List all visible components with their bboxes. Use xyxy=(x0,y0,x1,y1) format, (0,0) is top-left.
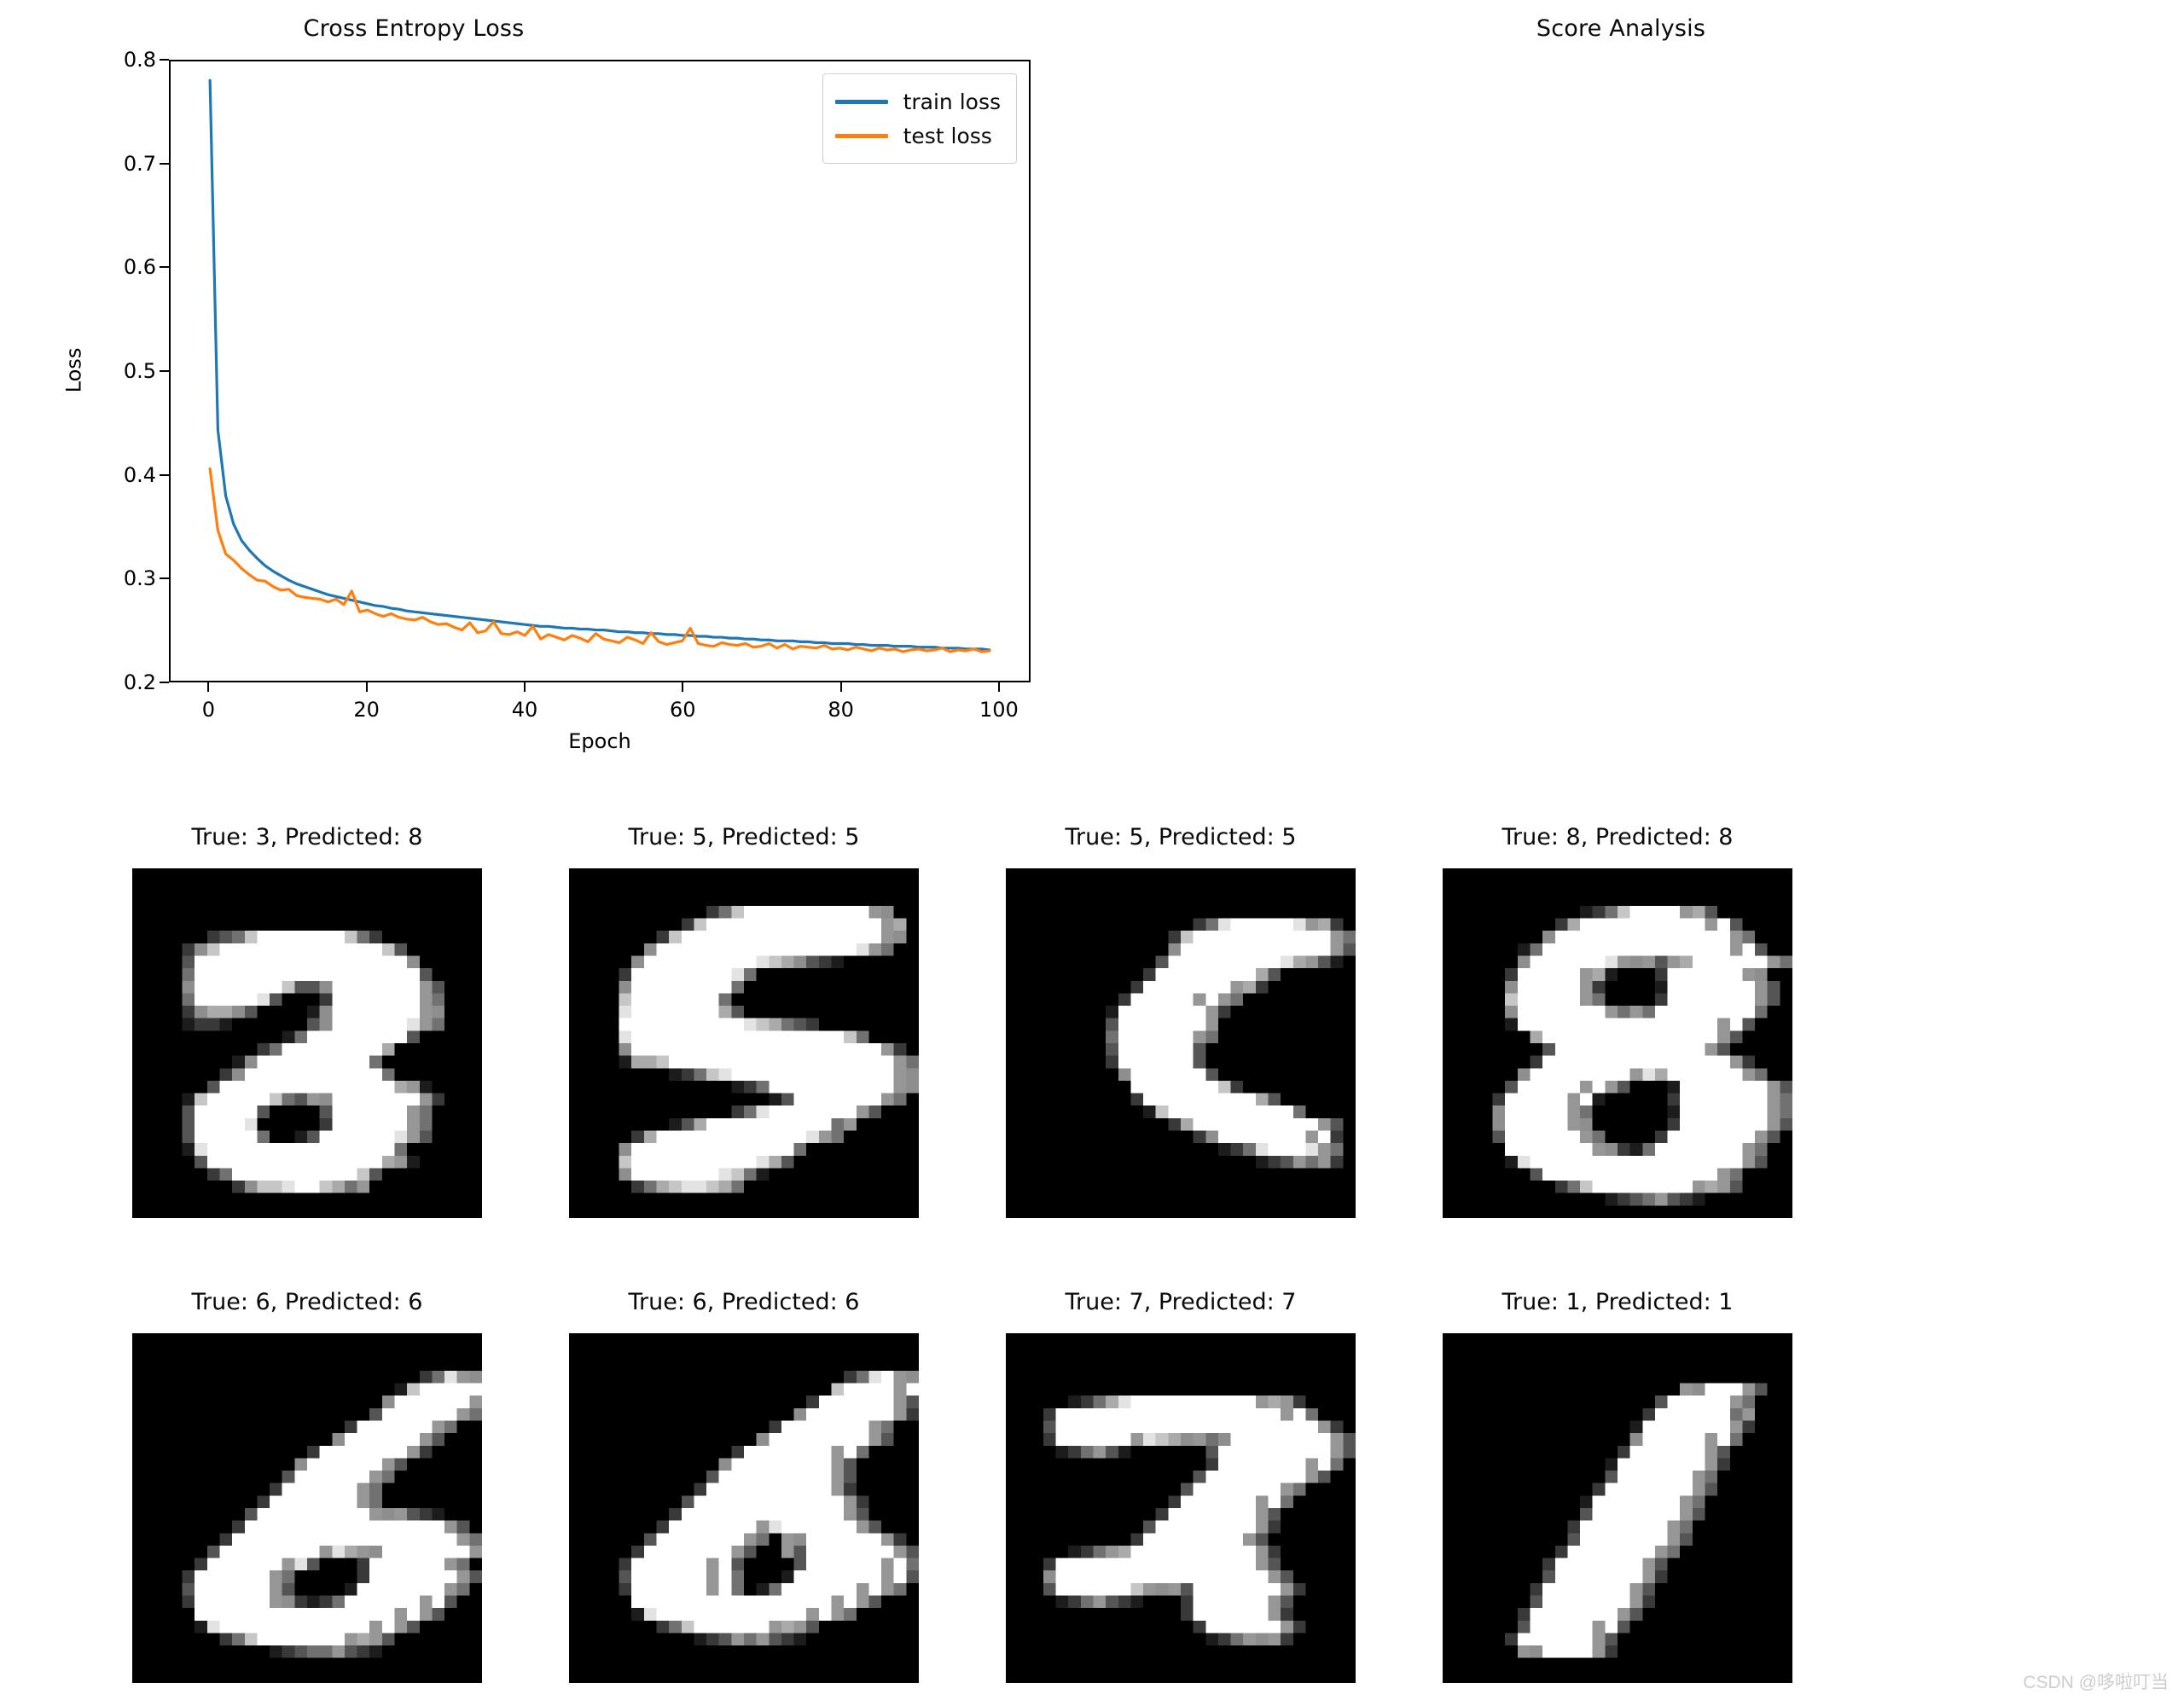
loss-legend: train loss test loss xyxy=(822,73,1017,164)
score-chart-title: Score Analysis xyxy=(1536,15,1706,42)
digit-sample-cell: True: 3, Predicted: 8 xyxy=(111,819,503,1218)
y-tick-mark xyxy=(160,682,169,683)
digit-image xyxy=(1006,868,1356,1218)
x-tick-mark xyxy=(523,682,526,692)
digit-caption: True: 7, Predicted: 7 xyxy=(1065,1289,1297,1315)
x-tick-mark xyxy=(997,682,1000,692)
y-tick-label: 0.4 xyxy=(123,462,156,487)
digit-caption: True: 8, Predicted: 8 xyxy=(1502,824,1734,850)
digit-caption: True: 5, Predicted: 5 xyxy=(628,824,860,850)
y-tick-label: 0.6 xyxy=(123,255,156,280)
score-chart-panel: Score Analysis Score Epoch 0.9320.9300.9… xyxy=(1092,0,2184,768)
x-tick-mark xyxy=(365,682,368,692)
x-tick-label: 80 xyxy=(828,698,854,722)
y-tick-mark xyxy=(160,577,169,580)
legend-color-swatch xyxy=(834,99,888,104)
digit-sample-cell: True: 5, Predicted: 5 xyxy=(548,819,940,1218)
digit-caption: True: 6, Predicted: 6 xyxy=(191,1289,423,1315)
loss-chart-panel: Cross Entropy Loss Loss Epoch 0.8 0.7 0.6 0… xyxy=(0,0,1092,768)
x-tick-label: 20 xyxy=(353,698,380,722)
digit-image xyxy=(1006,1333,1356,1683)
digit-image xyxy=(132,1333,482,1683)
digit-sample-cell: True: 8, Predicted: 8 xyxy=(1421,819,1814,1218)
figure-canvas: Cross Entropy Loss Loss Epoch 0.8 0.7 0.6 0… xyxy=(0,0,2184,1706)
digit-image xyxy=(569,1333,919,1683)
digit-sample-cell: True: 6, Predicted: 6 xyxy=(548,1284,940,1683)
y-tick-mark xyxy=(160,162,169,165)
legend-item-test-loss: test loss xyxy=(834,119,1001,153)
y-tick-mark xyxy=(160,59,169,61)
sample-predictions-grid: True: 3, Predicted: 8 True: 5, Predicted:… xyxy=(0,819,2184,1706)
digit-image xyxy=(1443,868,1792,1218)
digit-caption: True: 5, Predicted: 5 xyxy=(1065,824,1297,850)
legend-label: train loss xyxy=(903,89,1001,114)
x-tick-mark xyxy=(207,682,210,692)
y-tick-label: 0.3 xyxy=(123,566,156,591)
series-line-train-loss xyxy=(210,80,990,650)
x-tick-label: 40 xyxy=(511,698,538,722)
y-tick-mark xyxy=(160,473,169,476)
y-tick-mark xyxy=(160,370,169,372)
digit-image xyxy=(132,868,482,1218)
y-tick-mark xyxy=(160,266,169,269)
x-tick-label: 60 xyxy=(670,698,696,722)
digit-sample-cell: True: 5, Predicted: 5 xyxy=(985,819,1377,1218)
x-tick-label: 100 xyxy=(979,698,1019,722)
y-tick-label: 0.7 xyxy=(123,151,156,176)
digit-caption: True: 1, Predicted: 1 xyxy=(1502,1289,1734,1315)
y-tick-label: 0.8 xyxy=(123,48,156,72)
legend-item-train-loss: train loss xyxy=(834,84,1001,119)
x-tick-label: 0 xyxy=(201,698,215,722)
digit-caption: True: 3, Predicted: 8 xyxy=(191,824,423,850)
series-line-test-loss xyxy=(210,469,990,652)
x-tick-mark xyxy=(682,682,684,692)
x-tick-mark xyxy=(839,682,842,692)
loss-chart-title: Cross Entropy Loss xyxy=(303,15,525,42)
loss-x-axis-label: Epoch xyxy=(568,729,631,753)
y-tick-label: 0.2 xyxy=(123,670,156,694)
legend-label: test loss xyxy=(903,123,992,148)
digit-sample-cell: True: 1, Predicted: 1 xyxy=(1421,1284,1814,1683)
charts-row: Cross Entropy Loss Loss Epoch 0.8 0.7 0.6 0… xyxy=(0,0,2184,768)
digit-image xyxy=(1443,1333,1792,1683)
digit-image xyxy=(569,868,919,1218)
y-tick-label: 0.5 xyxy=(123,359,156,383)
digit-sample-cell: True: 7, Predicted: 7 xyxy=(985,1284,1377,1683)
legend-color-swatch xyxy=(834,133,888,138)
watermark: CSDN @哆啦叮当 xyxy=(2023,1673,2169,1692)
loss-plot-area: train loss test loss xyxy=(169,60,1031,682)
digit-caption: True: 6, Predicted: 6 xyxy=(628,1289,860,1315)
digit-sample-cell: True: 6, Predicted: 6 xyxy=(111,1284,503,1683)
